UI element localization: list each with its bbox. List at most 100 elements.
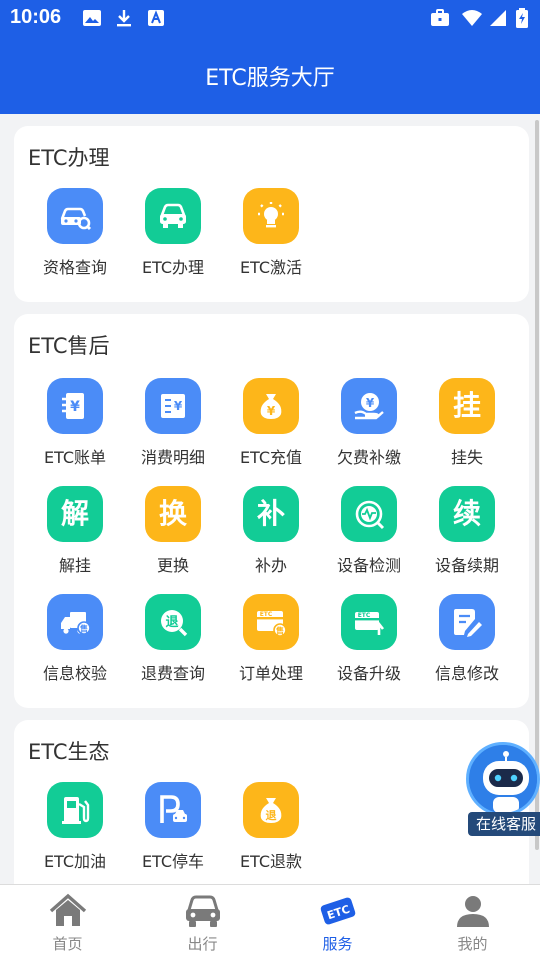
etc-card-icon: ETC 售 — [243, 594, 299, 650]
signal-icon — [490, 10, 506, 26]
work-profile-icon — [431, 9, 449, 26]
car-icon — [145, 188, 201, 244]
home-icon — [49, 893, 86, 926]
refund-bag-icon: 退 — [243, 782, 299, 838]
online-service-button[interactable]: 在线客服 — [466, 742, 540, 836]
service-cancel-loss[interactable]: 解 解挂 — [26, 486, 124, 576]
status-bar: 10:06 — [0, 0, 540, 36]
service-label: 信息校验 — [42, 664, 107, 683]
svg-text:退: 退 — [165, 615, 178, 630]
service-refund-query[interactable]: 退 退费查询 — [124, 594, 222, 684]
svg-text:ETC: ETC — [260, 611, 273, 618]
renew-icon: 续 — [439, 486, 495, 542]
service-device-renew[interactable]: 续 设备续期 — [418, 486, 516, 576]
section-title: ETC生态 — [28, 740, 110, 764]
service-label: 信息修改 — [434, 664, 499, 683]
svg-text:售: 售 — [79, 624, 88, 634]
service-label: ETC停车 — [141, 852, 205, 871]
section-etc-after-sales: ETC售后 ¥ ETC账单 ¥ 消费明细 ¥ ETC充值 ¥ 欠费补缴 挂 挂失… — [14, 314, 529, 708]
device-check-icon — [341, 486, 397, 542]
service-etc-activate[interactable]: ETC激活 — [222, 188, 320, 278]
service-etc-bill[interactable]: ¥ ETC账单 — [26, 378, 124, 468]
service-label: ETC账单 — [43, 448, 107, 467]
service-etc-apply[interactable]: ETC办理 — [124, 188, 222, 278]
edit-document-icon — [439, 594, 495, 650]
service-label: 资格查询 — [42, 258, 107, 277]
download-icon — [117, 10, 131, 27]
nav-service[interactable]: ETC 服务 — [270, 885, 405, 960]
truck-verify-icon: 售 — [47, 594, 103, 650]
svg-text:ETC: ETC — [358, 612, 371, 619]
section-title: ETC售后 — [28, 334, 110, 358]
replace-icon: 换 — [145, 486, 201, 542]
bill-icon: ¥ — [47, 378, 103, 434]
service-etc-parking[interactable]: ETC停车 — [124, 782, 222, 872]
service-device-check[interactable]: 设备检测 — [320, 486, 418, 576]
service-label: 退费查询 — [140, 664, 205, 683]
nav-home[interactable]: 首页 — [0, 885, 135, 960]
service-info-verify[interactable]: 售 信息校验 — [26, 594, 124, 684]
service-replace[interactable]: 换 更换 — [124, 486, 222, 576]
online-service-label: 在线客服 — [468, 812, 540, 836]
service-label: ETC充值 — [239, 448, 303, 467]
hand-coin-icon: ¥ — [341, 378, 397, 434]
section-title: ETC办理 — [28, 146, 110, 170]
service-label: ETC加油 — [43, 852, 107, 871]
svg-text:¥: ¥ — [366, 396, 375, 410]
svg-text:¥: ¥ — [267, 404, 276, 418]
lightbulb-icon — [243, 188, 299, 244]
service-etc-refund[interactable]: 退 ETC退款 — [222, 782, 320, 872]
svg-text:¥: ¥ — [70, 399, 80, 415]
car-search-icon — [47, 188, 103, 244]
service-consumption-detail[interactable]: ¥ 消费明细 — [124, 378, 222, 468]
service-label: 订单处理 — [238, 664, 303, 683]
service-label: ETC办理 — [141, 258, 205, 277]
service-label: ETC退款 — [239, 852, 303, 871]
service-label: ETC激活 — [239, 258, 303, 277]
service-label: 挂失 — [450, 448, 483, 467]
money-bag-icon: ¥ — [243, 378, 299, 434]
invoice-icon: ¥ — [145, 378, 201, 434]
service-etc-refuel[interactable]: ETC加油 — [26, 782, 124, 872]
image-notification-icon — [83, 10, 101, 26]
service-label: 更换 — [156, 556, 189, 575]
etc-upgrade-icon: ETC — [341, 594, 397, 650]
service-label: 设备升级 — [336, 664, 401, 683]
nav-mine[interactable]: 我的 — [405, 885, 540, 960]
service-label: 欠费补缴 — [336, 448, 401, 467]
nav-travel[interactable]: 出行 — [135, 885, 270, 960]
service-etc-recharge[interactable]: ¥ ETC充值 — [222, 378, 320, 468]
bottom-navigation: 首页 出行 ETC 服务 我的 — [0, 884, 540, 960]
service-info-edit[interactable]: 信息修改 — [418, 594, 516, 684]
section-etc-apply: ETC办理 资格查询 ETC办理 ETC激活 — [14, 126, 529, 302]
app-header: ETC服务大厅 — [0, 36, 540, 114]
gas-pump-icon — [47, 782, 103, 838]
service-label: 设备检测 — [336, 556, 401, 575]
car-front-icon — [185, 895, 220, 927]
service-qualification-query[interactable]: 资格查询 — [26, 188, 124, 278]
service-order-processing[interactable]: ETC 售 订单处理 — [222, 594, 320, 684]
battery-icon — [516, 8, 528, 28]
svg-text:售: 售 — [275, 626, 284, 636]
svg-text:¥: ¥ — [174, 399, 183, 413]
service-label: 解挂 — [58, 556, 91, 575]
parking-icon — [145, 782, 201, 838]
service-label: 设备续期 — [434, 556, 499, 575]
service-arrears-payment[interactable]: ¥ 欠费补缴 — [320, 378, 418, 468]
reissue-icon: 补 — [243, 486, 299, 542]
scrollbar[interactable] — [535, 120, 539, 850]
service-report-loss[interactable]: 挂 挂失 — [418, 378, 516, 468]
wifi-icon — [462, 10, 482, 26]
person-icon — [456, 896, 489, 927]
svg-text:退: 退 — [266, 808, 277, 822]
page-title: ETC服务大厅 — [205, 66, 335, 91]
etc-tag-icon: ETC — [320, 897, 355, 925]
service-label: 消费明细 — [140, 448, 205, 467]
report-loss-icon: 挂 — [439, 378, 495, 434]
service-device-upgrade[interactable]: ETC 设备升级 — [320, 594, 418, 684]
refund-search-icon: 退 — [145, 594, 201, 650]
service-label: 补办 — [254, 556, 287, 575]
unlock-loss-icon: 解 — [47, 486, 103, 542]
section-etc-ecosystem: ETC生态 ETC加油 ETC停车 退 ETC退款 — [14, 720, 529, 900]
service-reissue[interactable]: 补 补办 — [222, 486, 320, 576]
